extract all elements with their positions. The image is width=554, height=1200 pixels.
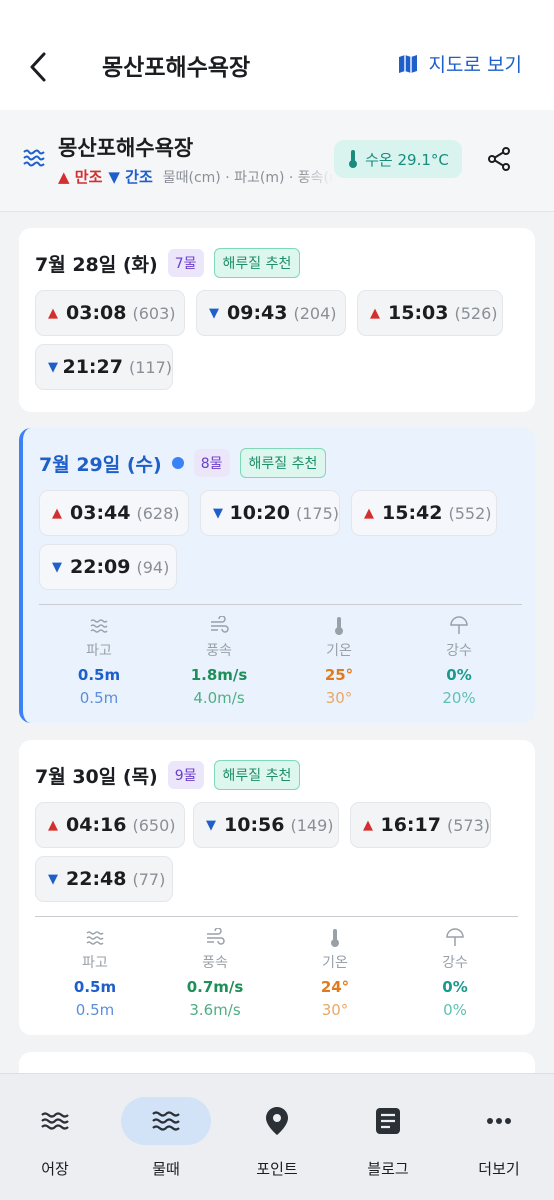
page-title: 몽산포해수욕장 (102, 55, 251, 81)
more-dots-icon (487, 1118, 511, 1124)
mul-badge: 8물 (193, 449, 230, 477)
tide-chip: ▲ 04:16 (650) (35, 802, 185, 848)
thermometer-icon (335, 617, 343, 635)
nav-label: 어장 (41, 1160, 69, 1178)
day-card-selected[interactable]: 7월 29일 (수) 8물 해루질 추천 ▲ 03:44 (628) ▼ 10:20(… (19, 428, 535, 723)
map-icon (398, 54, 417, 73)
high-tide-arrow-icon: ▲ (363, 817, 373, 833)
low-tide-arrow-icon: ▼ (48, 871, 58, 887)
active-indicator (121, 1097, 211, 1145)
low-tide-arrow-icon: ▼ (213, 505, 223, 521)
tide-list: ▲ 04:16 (650) ▼ 10:56 (149) ▲ 16:17 (573) ▼ 22:… (35, 802, 515, 902)
day-title: 7월 30일 (목) (35, 765, 158, 788)
tide-legend: ▲ 만조 ▼ 간조 물때(cm) · 파고(m) · 풍속(m/s) (58, 166, 333, 187)
low-tide-arrow-icon: ▼ (52, 559, 62, 575)
air-temp-col: 기온 24° 30° (275, 928, 395, 1019)
wave-height-col: 파고 0.5m 0.5m (39, 616, 159, 707)
tide-chip: ▲ 03:08 (603) (35, 290, 185, 336)
wind-icon (207, 928, 225, 945)
nav-label: 더보기 (478, 1160, 520, 1178)
nav-item-tide[interactable]: 물때 (111, 1096, 221, 1179)
recommend-badge: 해루질 추천 (239, 448, 327, 478)
low-tide-arrow-icon: ▼ (48, 359, 58, 375)
waves-icon (23, 149, 45, 167)
mul-badge: 9물 (167, 761, 204, 789)
high-tide-arrow-icon: ▲ (52, 505, 62, 521)
high-tide-arrow-icon: ▲ (48, 817, 58, 833)
nav-label: 블로그 (367, 1160, 409, 1178)
recommend-badge: 해루질 추천 (213, 248, 301, 278)
nav-label: 물때 (152, 1160, 180, 1178)
umbrella-icon (446, 928, 464, 946)
tide-list: ▲ 03:44 (628) ▼ 10:20 (175) ▲ 15:42 (552) ▼ 22:… (39, 490, 519, 590)
tide-chip: ▼ 10:20 (175) (200, 490, 340, 536)
back-button[interactable] (24, 50, 54, 84)
weather-row: 파고 0.5m 0.5m 풍속 1.8m/s 4.0m/s 기온 25° 30°… (39, 616, 519, 707)
thermometer-icon (331, 929, 339, 947)
air-temp-col: 기온 25° 30° (279, 616, 399, 707)
day-title: 7월 28일 (화) (35, 253, 158, 276)
recommend-badge: 해루질 추천 (213, 760, 301, 790)
today-indicator (171, 457, 184, 469)
umbrella-icon (450, 616, 468, 634)
legend-low-tide: ▼ 간조 (108, 168, 153, 186)
divider (35, 916, 518, 917)
bottom-navigation: 어장 물때 포인트 블로그 더보기 (0, 1073, 554, 1200)
low-tide-arrow-icon: ▼ (206, 817, 216, 833)
day-card[interactable]: 7월 30일 (목) 9물 해루질 추천 ▲ 04:16 (650) ▼ 10:56(… (19, 740, 535, 1035)
wave-height-col: 파고 0.5m 0.5m (35, 928, 155, 1019)
day-title: 7월 29일 (수) (39, 453, 162, 476)
map-view-button[interactable]: 지도로 보기 (397, 50, 522, 77)
tide-chip: ▲ 15:03 (526) (357, 290, 503, 336)
tide-chip: ▼ 22:48 (77) (35, 856, 173, 902)
divider (39, 604, 522, 605)
location-header: 몽산포해수욕장 ▲ 만조 ▼ 간조 물때(cm) · 파고(m) · 풍속(m/… (0, 110, 554, 212)
nav-item-blog[interactable]: 블로그 (333, 1096, 443, 1179)
wind-icon (211, 616, 229, 633)
location-pin-icon (266, 1107, 288, 1135)
day-header: 7월 28일 (화) 7물 해루질 추천 (35, 248, 301, 278)
day-header: 7월 30일 (목) 9물 해루질 추천 (35, 760, 301, 790)
share-button[interactable] (486, 146, 512, 172)
high-tide-arrow-icon: ▲ (48, 305, 58, 321)
precip-col: 강수 0% 0% (395, 928, 515, 1019)
nav-label: 포인트 (256, 1160, 298, 1178)
legend-high-tide: ▲ 만조 (58, 168, 103, 186)
tide-list: ▲ 03:08 (603) ▼ 09:43 (204) ▲ 15:03 (526) ▼ 21:… (35, 290, 515, 390)
legend-units: 물때(cm) · 파고(m) · 풍속(m/s) (162, 169, 333, 186)
wind-speed-col: 풍속 1.8m/s 4.0m/s (159, 616, 279, 707)
chevron-left-icon (30, 52, 46, 82)
share-icon (488, 147, 510, 171)
nav-item-point[interactable]: 포인트 (222, 1096, 332, 1179)
tide-chip: ▲ 15:42 (552) (351, 490, 497, 536)
high-tide-arrow-icon: ▲ (364, 505, 374, 521)
precip-col: 강수 0% 20% (399, 616, 519, 707)
wind-speed-col: 풍속 0.7m/s 3.6m/s (155, 928, 275, 1019)
tide-chip: ▼ 22:09 (94) (39, 544, 177, 590)
tide-chip: ▲ 03:44 (628) (39, 490, 189, 536)
mul-badge: 7물 (167, 249, 204, 277)
tide-chip: ▲ 16:17 (573) (350, 802, 491, 848)
low-tide-arrow-icon: ▼ (209, 305, 219, 321)
wave-icon (86, 931, 104, 945)
nav-item-more[interactable]: 더보기 (444, 1096, 554, 1179)
thermometer-icon (349, 150, 358, 168)
wave-icon (90, 619, 108, 633)
high-tide-arrow-icon: ▲ (370, 305, 380, 321)
tide-waves-icon (152, 1111, 180, 1131)
location-name: 몽산포해수욕장 (58, 136, 194, 160)
top-app-bar: 몽산포해수욕장 지도로 보기 (0, 0, 554, 110)
tide-chip: ▼ 21:27 (117) (35, 344, 173, 390)
day-card[interactable]: 7월 28일 (화) 7물 해루질 추천 ▲ 03:08 (603) ▼ 09:43(… (19, 228, 535, 412)
map-view-label: 지도로 보기 (428, 54, 522, 76)
tide-chip: ▼ 09:43 (204) (196, 290, 346, 336)
day-header: 7월 29일 (수) 8물 해루질 추천 (39, 448, 327, 478)
blog-document-icon (376, 1108, 400, 1134)
tide-chip: ▼ 10:56 (149) (193, 802, 339, 848)
weather-row: 파고 0.5m 0.5m 풍속 0.7m/s 3.6m/s 기온 24° 30°… (35, 928, 515, 1019)
waves-icon (41, 1112, 69, 1130)
water-temp-value: 수온 29.1°C (365, 150, 449, 169)
water-temp-chip: 수온 29.1°C (334, 140, 462, 178)
nav-item-fishing-ground[interactable]: 어장 (0, 1096, 110, 1179)
